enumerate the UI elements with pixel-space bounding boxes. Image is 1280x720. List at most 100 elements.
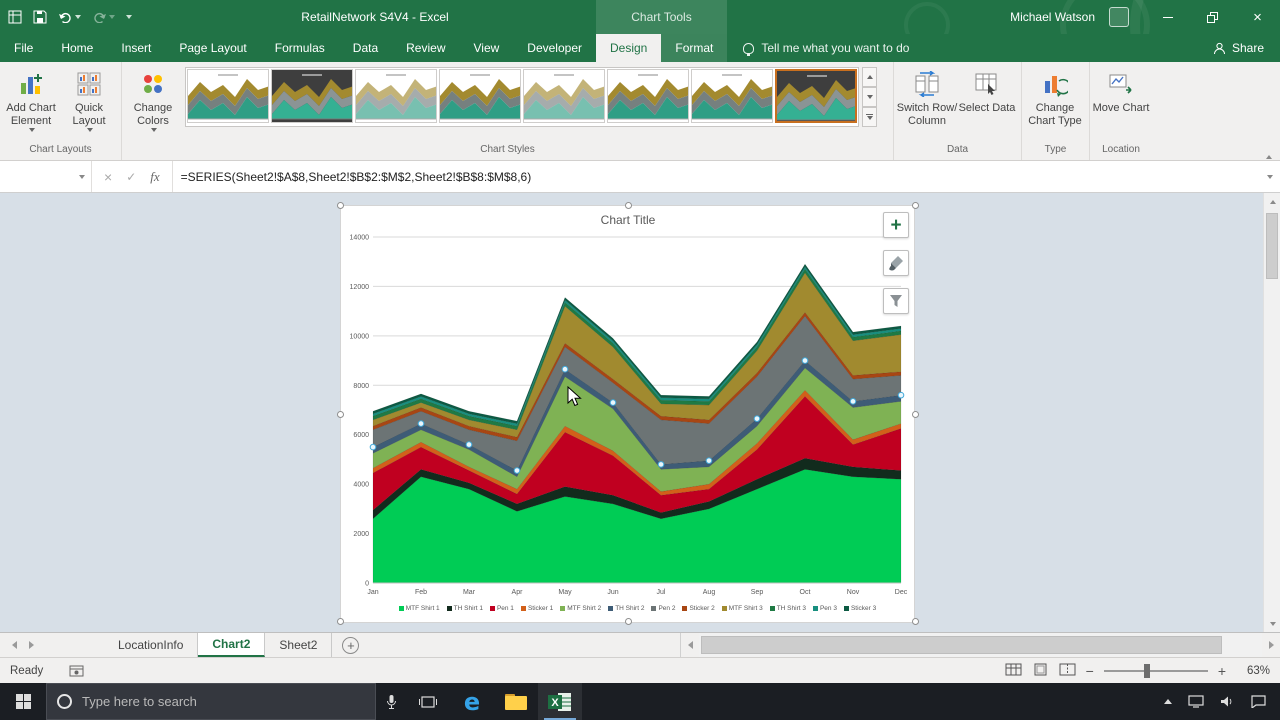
redo-button[interactable] — [92, 11, 115, 23]
chart-style-thumb-4[interactable] — [439, 69, 521, 123]
save-button[interactable] — [33, 10, 47, 24]
ribbon-tab-data[interactable]: Data — [339, 34, 392, 62]
pc-icon[interactable] — [1188, 695, 1204, 708]
selection-handle[interactable] — [337, 411, 344, 418]
normal-view-button[interactable] — [1005, 663, 1022, 679]
chart-style-thumb-2[interactable] — [271, 69, 353, 123]
chart-style-thumb-8[interactable] — [775, 69, 857, 123]
ribbon-tab-review[interactable]: Review — [392, 34, 459, 62]
file-explorer-button[interactable] — [494, 683, 538, 720]
zoom-slider[interactable] — [1104, 670, 1208, 672]
avatar[interactable] — [1109, 7, 1129, 27]
add-chart-element-button[interactable]: Add Chart Element — [2, 65, 60, 143]
selection-handle[interactable] — [625, 202, 632, 209]
scroll-down-arrow[interactable] — [1264, 615, 1280, 632]
dictation-mic-button[interactable] — [376, 683, 406, 720]
gallery-down-button[interactable] — [862, 87, 877, 107]
legend-item: MTF Shirt 1 — [399, 605, 440, 612]
selection-handle[interactable] — [912, 411, 919, 418]
selection-handle[interactable] — [337, 202, 344, 209]
record-macro-icon[interactable] — [69, 665, 84, 677]
ribbon-tab-format[interactable]: Format — [661, 34, 727, 62]
ribbon-tab-view[interactable]: View — [460, 34, 514, 62]
ribbon-tab-file[interactable]: File — [0, 34, 47, 62]
minimize-button[interactable] — [1145, 0, 1190, 34]
ribbon-tab-page-layout[interactable]: Page Layout — [165, 34, 260, 62]
customize-qat-button[interactable] — [126, 15, 132, 19]
restore-button[interactable] — [1190, 0, 1235, 34]
user-name[interactable]: Michael Watson — [1010, 10, 1095, 24]
move-chart-button[interactable]: Move Chart — [1092, 65, 1150, 143]
ribbon-tab-developer[interactable]: Developer — [513, 34, 596, 62]
chart-elements-button[interactable]: + — [883, 212, 909, 238]
insert-function-icon[interactable]: fx — [150, 169, 159, 185]
chart-style-thumb-6[interactable] — [607, 69, 689, 123]
chart-styles-button[interactable] — [883, 250, 909, 276]
zoom-slider-thumb[interactable] — [1144, 664, 1150, 678]
page-break-view-button[interactable] — [1059, 663, 1076, 679]
start-button[interactable] — [0, 683, 46, 720]
prev-sheet-arrow[interactable] — [12, 641, 17, 649]
stacked-area-chart[interactable]: Chart Title02000400060008000100001200014… — [341, 206, 914, 622]
change-colors-button[interactable]: Change Colors — [124, 65, 182, 143]
enter-icon[interactable]: ✓ — [126, 170, 136, 184]
vertical-scrollbar[interactable] — [1263, 193, 1280, 632]
selection-handle[interactable] — [912, 618, 919, 625]
switch-row-column-button[interactable]: Switch Row/ Column — [896, 65, 958, 143]
ribbon-tab-insert[interactable]: Insert — [107, 34, 165, 62]
selection-handle[interactable] — [625, 618, 632, 625]
action-center-icon[interactable] — [1251, 695, 1266, 708]
tell-me-box[interactable]: Tell me what you want to do — [743, 34, 909, 62]
sheet-tab-locationinfo[interactable]: LocationInfo — [104, 633, 198, 657]
ribbon-tab-formulas[interactable]: Formulas — [261, 34, 339, 62]
sheet-tab-chart2[interactable]: Chart2 — [198, 633, 265, 657]
undo-button[interactable] — [58, 11, 81, 23]
change-chart-type-button[interactable]: Change Chart Type — [1024, 65, 1086, 143]
taskbar-search[interactable]: Type here to search — [46, 683, 376, 720]
name-box[interactable] — [0, 161, 92, 192]
ribbon-tab-design[interactable]: Design — [596, 34, 661, 62]
next-sheet-arrow[interactable] — [29, 641, 34, 649]
tray-expand-icon[interactable] — [1164, 699, 1172, 704]
sheet-tab-sheet2[interactable]: Sheet2 — [265, 633, 332, 657]
zoom-level[interactable]: 63% — [1236, 665, 1270, 677]
cancel-icon[interactable]: × — [104, 169, 112, 185]
volume-icon[interactable] — [1220, 695, 1235, 708]
formula-input[interactable]: =SERIES(Sheet2!$A$8,Sheet2!$B$2:$M$2,She… — [173, 161, 1258, 192]
hscroll-left-arrow[interactable] — [681, 633, 699, 657]
undo-dropdown-caret-icon[interactable] — [75, 15, 81, 19]
gallery-up-button[interactable] — [862, 67, 877, 87]
excel-taskbar-button[interactable]: X — [538, 683, 582, 720]
collapse-ribbon-button[interactable] — [1266, 138, 1272, 156]
new-sheet-button[interactable]: + — [342, 637, 359, 654]
select-data-button[interactable]: Select Data — [958, 65, 1016, 143]
task-view-button[interactable] — [406, 683, 450, 720]
edge-button[interactable]: e — [450, 683, 494, 720]
hscroll-thumb[interactable] — [701, 636, 1222, 654]
horizontal-scrollbar[interactable] — [680, 633, 1280, 657]
ribbon-tab-home[interactable]: Home — [47, 34, 107, 62]
chart-filters-button[interactable] — [883, 288, 909, 314]
gallery-more-button[interactable] — [862, 107, 877, 127]
worksheet-area[interactable]: Chart Title02000400060008000100001200014… — [0, 193, 1280, 632]
chart-object[interactable]: Chart Title02000400060008000100001200014… — [340, 205, 915, 623]
hscroll-right-arrow[interactable] — [1262, 633, 1280, 657]
chart-style-thumb-5[interactable] — [523, 69, 605, 123]
share-button[interactable]: Share — [1213, 34, 1280, 62]
formula-bar-expand-button[interactable] — [1258, 161, 1280, 192]
zoom-in-button[interactable]: + — [1218, 664, 1226, 678]
chart-style-thumb-1[interactable] — [187, 69, 269, 123]
redo-dropdown-caret-icon[interactable] — [109, 15, 115, 19]
close-button[interactable]: × — [1235, 0, 1280, 34]
selection-handle[interactable] — [912, 202, 919, 209]
hscroll-track[interactable] — [699, 633, 1262, 657]
page-layout-view-button[interactable] — [1032, 663, 1049, 679]
zoom-out-button[interactable]: − — [1086, 664, 1094, 678]
selection-handle[interactable] — [337, 618, 344, 625]
chart-style-thumb-3[interactable] — [355, 69, 437, 123]
quick-layout-button[interactable]: Quick Layout — [60, 65, 118, 143]
chart-style-thumb-7[interactable] — [691, 69, 773, 123]
decorative-circle — [904, 2, 950, 34]
vertical-scroll-thumb[interactable] — [1266, 213, 1278, 279]
scroll-up-arrow[interactable] — [1264, 193, 1280, 210]
